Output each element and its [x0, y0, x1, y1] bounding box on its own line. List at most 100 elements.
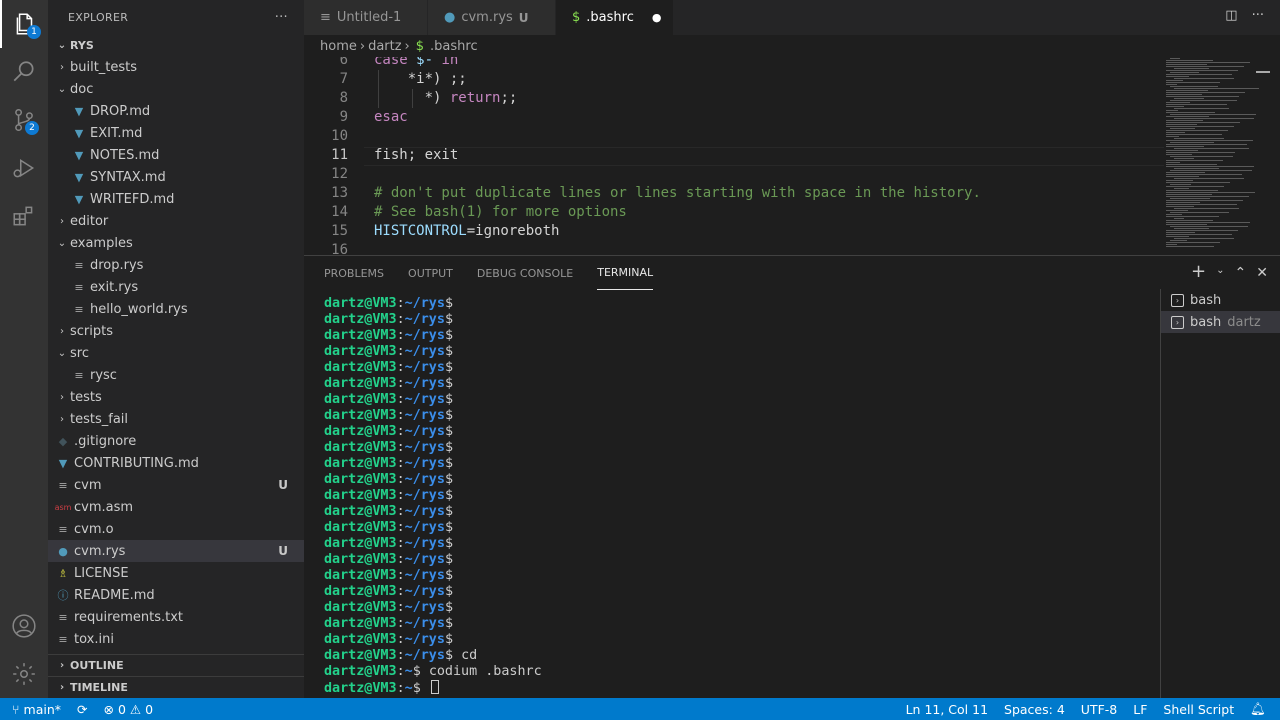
tab-untitled-1[interactable]: ≡ Untitled-1	[304, 0, 428, 35]
tree-item-cvm-rys[interactable]: ● cvm.rys U	[48, 540, 304, 562]
prompt-user: dartz@VM3	[324, 376, 397, 391]
tree-item-tox-ini[interactable]: ≡ tox.ini	[48, 628, 304, 650]
tree-item-label: DROP.md	[90, 103, 151, 119]
line-text: case $- in	[374, 57, 459, 68]
tree-item-syntax-md[interactable]: ▼ SYNTAX.md	[48, 166, 304, 188]
terminal-line: dartz@VM3:~/rys$	[324, 376, 453, 391]
tree-item-exit-rys[interactable]: ≡ exit.rys	[48, 276, 304, 298]
line-number: 10	[331, 128, 348, 144]
explorer-icon[interactable]: 1	[0, 0, 48, 48]
tree-item-examples[interactable]: ⌄ examples	[48, 232, 304, 254]
tree-item-license[interactable]: ♗ LICENSE	[48, 562, 304, 584]
split-editor-icon[interactable]: ◫	[1225, 8, 1237, 23]
timeline-section[interactable]: › TIMELINE	[48, 676, 304, 698]
chevron-right-icon: ›	[60, 413, 64, 425]
minimap[interactable]	[1166, 57, 1270, 255]
new-terminal-plus-icon[interactable]: +	[1191, 263, 1206, 281]
tab-terminal[interactable]: TERMINAL	[597, 256, 654, 290]
workspace-root[interactable]: ⌄ RYS	[48, 34, 304, 56]
sync-button[interactable]: ⟳	[69, 698, 95, 720]
terminal-name: bash	[1190, 292, 1222, 308]
tree-item-contributing-md[interactable]: ▼ CONTRIBUTING.md	[48, 452, 304, 474]
unsaved-dot-icon[interactable]: ●	[652, 11, 662, 24]
status-bar: ⑂ main* ⟳ ⊗ 0 ⚠ 0 Ln 11, Col 11 Spaces: …	[0, 698, 1280, 720]
tab-debug-console[interactable]: DEBUG CONSOLE	[477, 256, 573, 290]
tree-item-label: scripts	[70, 323, 113, 339]
accounts-icon[interactable]	[0, 602, 48, 650]
encoding[interactable]: UTF-8	[1073, 698, 1125, 720]
tree-item-notes-md[interactable]: ▼ NOTES.md	[48, 144, 304, 166]
more-actions-icon[interactable]: ···	[1252, 8, 1264, 23]
tree-item-cvm-o[interactable]: ≡ cvm.o	[48, 518, 304, 540]
minimap-slider[interactable]	[1256, 71, 1270, 73]
prompt-user: dartz@VM3	[324, 552, 397, 567]
tab-cvm-rys[interactable]: ● cvm.rys U	[428, 0, 556, 35]
explorer-more-actions[interactable]: ···	[275, 10, 288, 25]
end-of-line[interactable]: LF	[1125, 698, 1155, 720]
tree-item-editor[interactable]: › editor	[48, 210, 304, 232]
chevron-right-icon: ›	[59, 660, 65, 671]
tree-item-doc[interactable]: ⌄ doc	[48, 78, 304, 100]
chevron-right-icon: ›	[60, 325, 64, 337]
prompt-path: ~/rys	[404, 408, 445, 423]
tree-item-cvm-asm[interactable]: asm cvm.asm	[48, 496, 304, 518]
terminal-item-bash-dartz[interactable]: › bash dartz	[1161, 311, 1280, 333]
line-number: 9	[339, 109, 348, 125]
problems-indicator[interactable]: ⊗ 0 ⚠ 0	[95, 698, 161, 720]
maximize-panel-icon[interactable]: ⌃	[1235, 265, 1247, 281]
panel-actions: + ⌄ ⌃ ✕	[1191, 263, 1268, 282]
tree-item-tests-fail[interactable]: › tests_fail	[48, 408, 304, 430]
tree-item-scripts[interactable]: › scripts	[48, 320, 304, 342]
close-panel-icon[interactable]: ✕	[1256, 265, 1268, 281]
tree-item-drop-md[interactable]: ▼ DROP.md	[48, 100, 304, 122]
notifications-bell-icon[interactable]: 🔔︎	[1242, 698, 1280, 720]
line-text: *) return;;	[424, 90, 518, 106]
breadcrumb-bashrc[interactable]: .bashrc	[430, 39, 478, 54]
code-editor[interactable]: 6 case $- in 7 *i*) ;; 8 *) return;; 9 esac 10…	[304, 57, 1280, 255]
tree-item-cvm[interactable]: ≡ cvm U	[48, 474, 304, 496]
untracked-badge: U	[518, 10, 529, 25]
tree-item-rysc[interactable]: ≡ rysc	[48, 364, 304, 386]
tab-bashrc[interactable]: $ .bashrc ●	[556, 0, 674, 35]
source-control-icon[interactable]: 2	[0, 96, 48, 144]
tree-item-label: cvm	[74, 477, 102, 493]
terminal-item-bash[interactable]: › bash	[1161, 289, 1280, 311]
manage-gear-icon[interactable]	[0, 650, 48, 698]
branch-indicator[interactable]: ⑂ main*	[0, 698, 69, 720]
tree-item-hello-world-rys[interactable]: ≡ hello_world.rys	[48, 298, 304, 320]
tree-item-tests[interactable]: › tests	[48, 386, 304, 408]
file-icon: ≡	[74, 302, 84, 316]
chevron-down-icon[interactable]: ⌄	[1216, 265, 1224, 281]
run-debug-icon[interactable]	[0, 144, 48, 192]
tree-item-requirements-txt[interactable]: ≡ requirements.txt	[48, 606, 304, 628]
tree-item-writefd-md[interactable]: ▼ WRITEFD.md	[48, 188, 304, 210]
search-icon[interactable]	[0, 48, 48, 96]
tab-output[interactable]: OUTPUT	[408, 256, 453, 290]
tab-problems[interactable]: PROBLEMS	[324, 256, 384, 290]
tree-item-readme-md[interactable]: ⓘ README.md	[48, 584, 304, 606]
terminal-line: dartz@VM3:~/rys$	[324, 344, 453, 359]
breadcrumb-home[interactable]: home	[320, 39, 357, 54]
cursor-position[interactable]: Ln 11, Col 11	[898, 698, 996, 720]
tree-item--gitignore[interactable]: ◆ .gitignore	[48, 430, 304, 452]
git-icon: ◆	[58, 434, 68, 448]
code-line: 15 HISTCONTROL=ignoreboth	[304, 222, 1164, 241]
prompt-user: dartz@VM3	[324, 344, 397, 359]
terminal-output[interactable]: dartz@VM3:~/rys$ dartz@VM3:~/rys$ dartz@VM…	[324, 296, 1154, 697]
license-icon: ♗	[58, 566, 68, 580]
tree-item-label: README.md	[74, 587, 155, 603]
language-mode[interactable]: Shell Script	[1155, 698, 1242, 720]
tree-item-built-tests[interactable]: › built_tests	[48, 56, 304, 78]
tree-item-drop-rys[interactable]: ≡ drop.rys	[48, 254, 304, 276]
prompt-user: dartz@VM3	[324, 392, 397, 407]
tree-item-src[interactable]: ⌄ src	[48, 342, 304, 364]
indentation[interactable]: Spaces: 4	[996, 698, 1073, 720]
tree-item-label: built_tests	[70, 59, 138, 75]
untracked-badge: U	[278, 478, 288, 492]
extensions-icon[interactable]	[0, 192, 48, 240]
asm-icon: asm	[54, 502, 72, 512]
tree-item-label: tox.ini	[74, 631, 114, 647]
outline-section[interactable]: › OUTLINE	[48, 654, 304, 676]
tree-item-exit-md[interactable]: ▼ EXIT.md	[48, 122, 304, 144]
breadcrumb-dartz[interactable]: dartz	[368, 39, 401, 54]
